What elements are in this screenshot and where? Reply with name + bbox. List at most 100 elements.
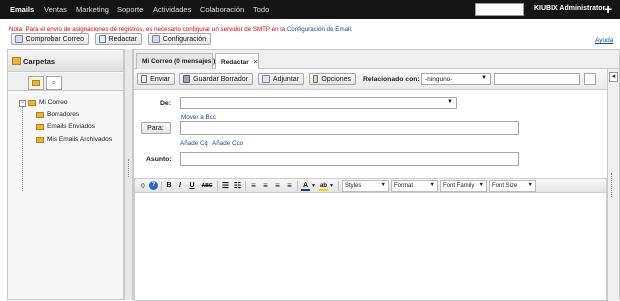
- related-select-value: -ninguno-: [425, 76, 453, 83]
- close-icon[interactable]: ✕: [253, 59, 258, 66]
- attach-button[interactable]: Adjuntar: [258, 73, 304, 85]
- add-cc-link[interactable]: Añade Cc: [180, 140, 208, 147]
- html-mode-icon[interactable]: ⟨⟩: [138, 181, 148, 191]
- help-icon[interactable]: ?: [149, 181, 158, 190]
- move-bcc-link[interactable]: Mover a Bcc: [181, 114, 216, 121]
- tree-item-archivados[interactable]: Mis Emails Archivados: [36, 136, 112, 143]
- save-draft-label: Guardar Borrador: [193, 75, 248, 83]
- folder-icon: [36, 111, 44, 118]
- tree-item-mi-correo[interactable]: Mi Correo: [28, 99, 68, 106]
- smtp-notice-text: Nota: Para el envío de asignaciones de r…: [9, 26, 286, 33]
- options-icon: [313, 75, 319, 83]
- tree-item-label: Mi Correo: [39, 99, 68, 106]
- chevron-down-icon: ▼: [481, 75, 487, 81]
- bold-button[interactable]: B: [165, 181, 173, 191]
- folders-tab[interactable]: [28, 76, 44, 90]
- nav-actividades[interactable]: Actividades: [153, 5, 191, 14]
- folder-icon: [12, 57, 21, 65]
- align-center-icon[interactable]: ≡: [261, 181, 270, 191]
- send-icon: [141, 75, 148, 83]
- nav-emails[interactable]: Emails: [10, 5, 34, 14]
- mail-icon: [15, 35, 23, 43]
- chevron-down-icon: ▼: [380, 182, 386, 188]
- add-bcc-link[interactable]: Añade Cco: [212, 140, 243, 147]
- tree-item-emails-enviados[interactable]: Emails Enviados: [36, 123, 95, 130]
- nav-todo[interactable]: Todo: [253, 5, 269, 14]
- subject-input[interactable]: [180, 152, 519, 166]
- to-input[interactable]: [180, 121, 519, 135]
- email-config-link[interactable]: Configuración de Email.: [287, 26, 353, 33]
- nav-ventas[interactable]: Ventas: [44, 5, 67, 14]
- compose-icon: [99, 35, 106, 43]
- folder-icon: [28, 99, 36, 106]
- tab-mi-correo[interactable]: Mi Correo (0 mensajes ): [136, 53, 216, 69]
- chevron-down-icon[interactable]: ▼: [329, 181, 334, 191]
- styles-select-label: Styles: [345, 183, 362, 189]
- compose-toolbar: Enviar Guardar Borrador Adjuntar Opcione…: [134, 69, 607, 90]
- save-draft-button[interactable]: Guardar Borrador: [179, 73, 253, 85]
- right-collapse-strip: ◂: [608, 69, 619, 301]
- send-button[interactable]: Enviar: [137, 73, 175, 85]
- collapse-icon[interactable]: ◂: [609, 72, 618, 82]
- check-mail-button[interactable]: Comprobar Correo: [11, 33, 89, 45]
- tree-item-borradores[interactable]: Borradores: [36, 111, 79, 118]
- to-button[interactable]: Para:: [141, 122, 171, 134]
- italic-button[interactable]: I: [176, 181, 184, 191]
- toolbar-separator: [338, 181, 339, 191]
- search-tab[interactable]: ⌕: [46, 76, 62, 90]
- chevron-down-icon[interactable]: ▼: [311, 181, 316, 191]
- tree-collapse-toggle[interactable]: −: [19, 100, 26, 107]
- related-select[interactable]: -ninguno- ▼: [421, 73, 491, 85]
- bullet-list-icon[interactable]: ☰: [221, 181, 230, 191]
- panel-splitter[interactable]: [124, 49, 133, 300]
- tab-label: Mi Correo (0 mensajes ): [142, 58, 216, 65]
- font-family-select-label: Font Family: [443, 183, 475, 189]
- tab-label: Redactar: [221, 59, 249, 66]
- settings-button[interactable]: Configuración: [148, 33, 211, 45]
- to-button-label: Para:: [147, 124, 164, 132]
- tab-redactar[interactable]: Redactar ✕: [215, 53, 259, 70]
- nav-soporte[interactable]: Soporte: [117, 5, 143, 14]
- toolbar-separator: [297, 181, 298, 191]
- compose-area: Enviar Guardar Borrador Adjuntar Opcione…: [134, 69, 608, 301]
- from-label: De:: [160, 100, 171, 107]
- nav-marketing[interactable]: Marketing: [76, 5, 109, 14]
- options-button[interactable]: Opciones: [309, 73, 356, 85]
- align-justify-icon[interactable]: ≡: [285, 181, 294, 191]
- attach-icon: [262, 75, 270, 83]
- tree-connector: [22, 107, 23, 191]
- numbered-list-icon[interactable]: ☷: [233, 181, 242, 191]
- save-icon: [183, 75, 191, 83]
- global-search-input[interactable]: [475, 3, 524, 16]
- splitter-grip: [128, 159, 130, 177]
- align-left-icon[interactable]: ≡: [249, 181, 258, 191]
- settings-icon: [152, 35, 160, 43]
- user-menu[interactable]: KIUBIX Administrator: [534, 5, 605, 12]
- compose-button[interactable]: Redactar: [95, 33, 142, 45]
- tree-item-label: Borradores: [47, 111, 80, 118]
- subject-label: Asunto:: [146, 156, 172, 163]
- message-editor: ⟨⟩ ? B I U ABC ☰ ☷ ≡ ≡ ≡ ≡ A ▼ ab ▼ Styl…: [134, 178, 607, 301]
- compose-panel: Mi Correo (0 mensajes ) Redactar ✕ Enviar…: [133, 49, 620, 301]
- text-color-icon[interactable]: A: [301, 181, 310, 191]
- related-record-input[interactable]: [494, 73, 580, 85]
- smtp-notice: Nota: Para el envío de asignaciones de r…: [9, 26, 353, 33]
- nav-colaboracion[interactable]: Colaboración: [200, 5, 244, 14]
- from-select[interactable]: ▼: [180, 97, 457, 109]
- editor-toolbar: ⟨⟩ ? B I U ABC ☰ ☷ ≡ ≡ ≡ ≡ A ▼ ab ▼ Styl…: [135, 179, 606, 193]
- help-link[interactable]: Ayuda: [595, 37, 613, 44]
- format-select[interactable]: Format ▼: [391, 180, 438, 192]
- highlight-color-icon[interactable]: ab: [319, 181, 328, 191]
- tree-item-label: Emails Enviados: [47, 123, 96, 130]
- strikethrough-button[interactable]: ABC: [200, 181, 214, 191]
- font-size-select[interactable]: Font Size ▼: [489, 180, 536, 192]
- styles-select[interactable]: Styles ▼: [342, 180, 389, 192]
- tree-item-label: Mis Emails Archivados: [47, 136, 113, 143]
- underline-button[interactable]: U: [188, 181, 196, 191]
- add-icon[interactable]: +: [604, 1, 612, 17]
- message-body-input[interactable]: [135, 193, 606, 300]
- align-right-icon[interactable]: ≡: [273, 181, 282, 191]
- font-family-select[interactable]: Font Family ▼: [440, 180, 487, 192]
- link-separator: |: [206, 140, 208, 147]
- related-select-button[interactable]: [584, 73, 596, 85]
